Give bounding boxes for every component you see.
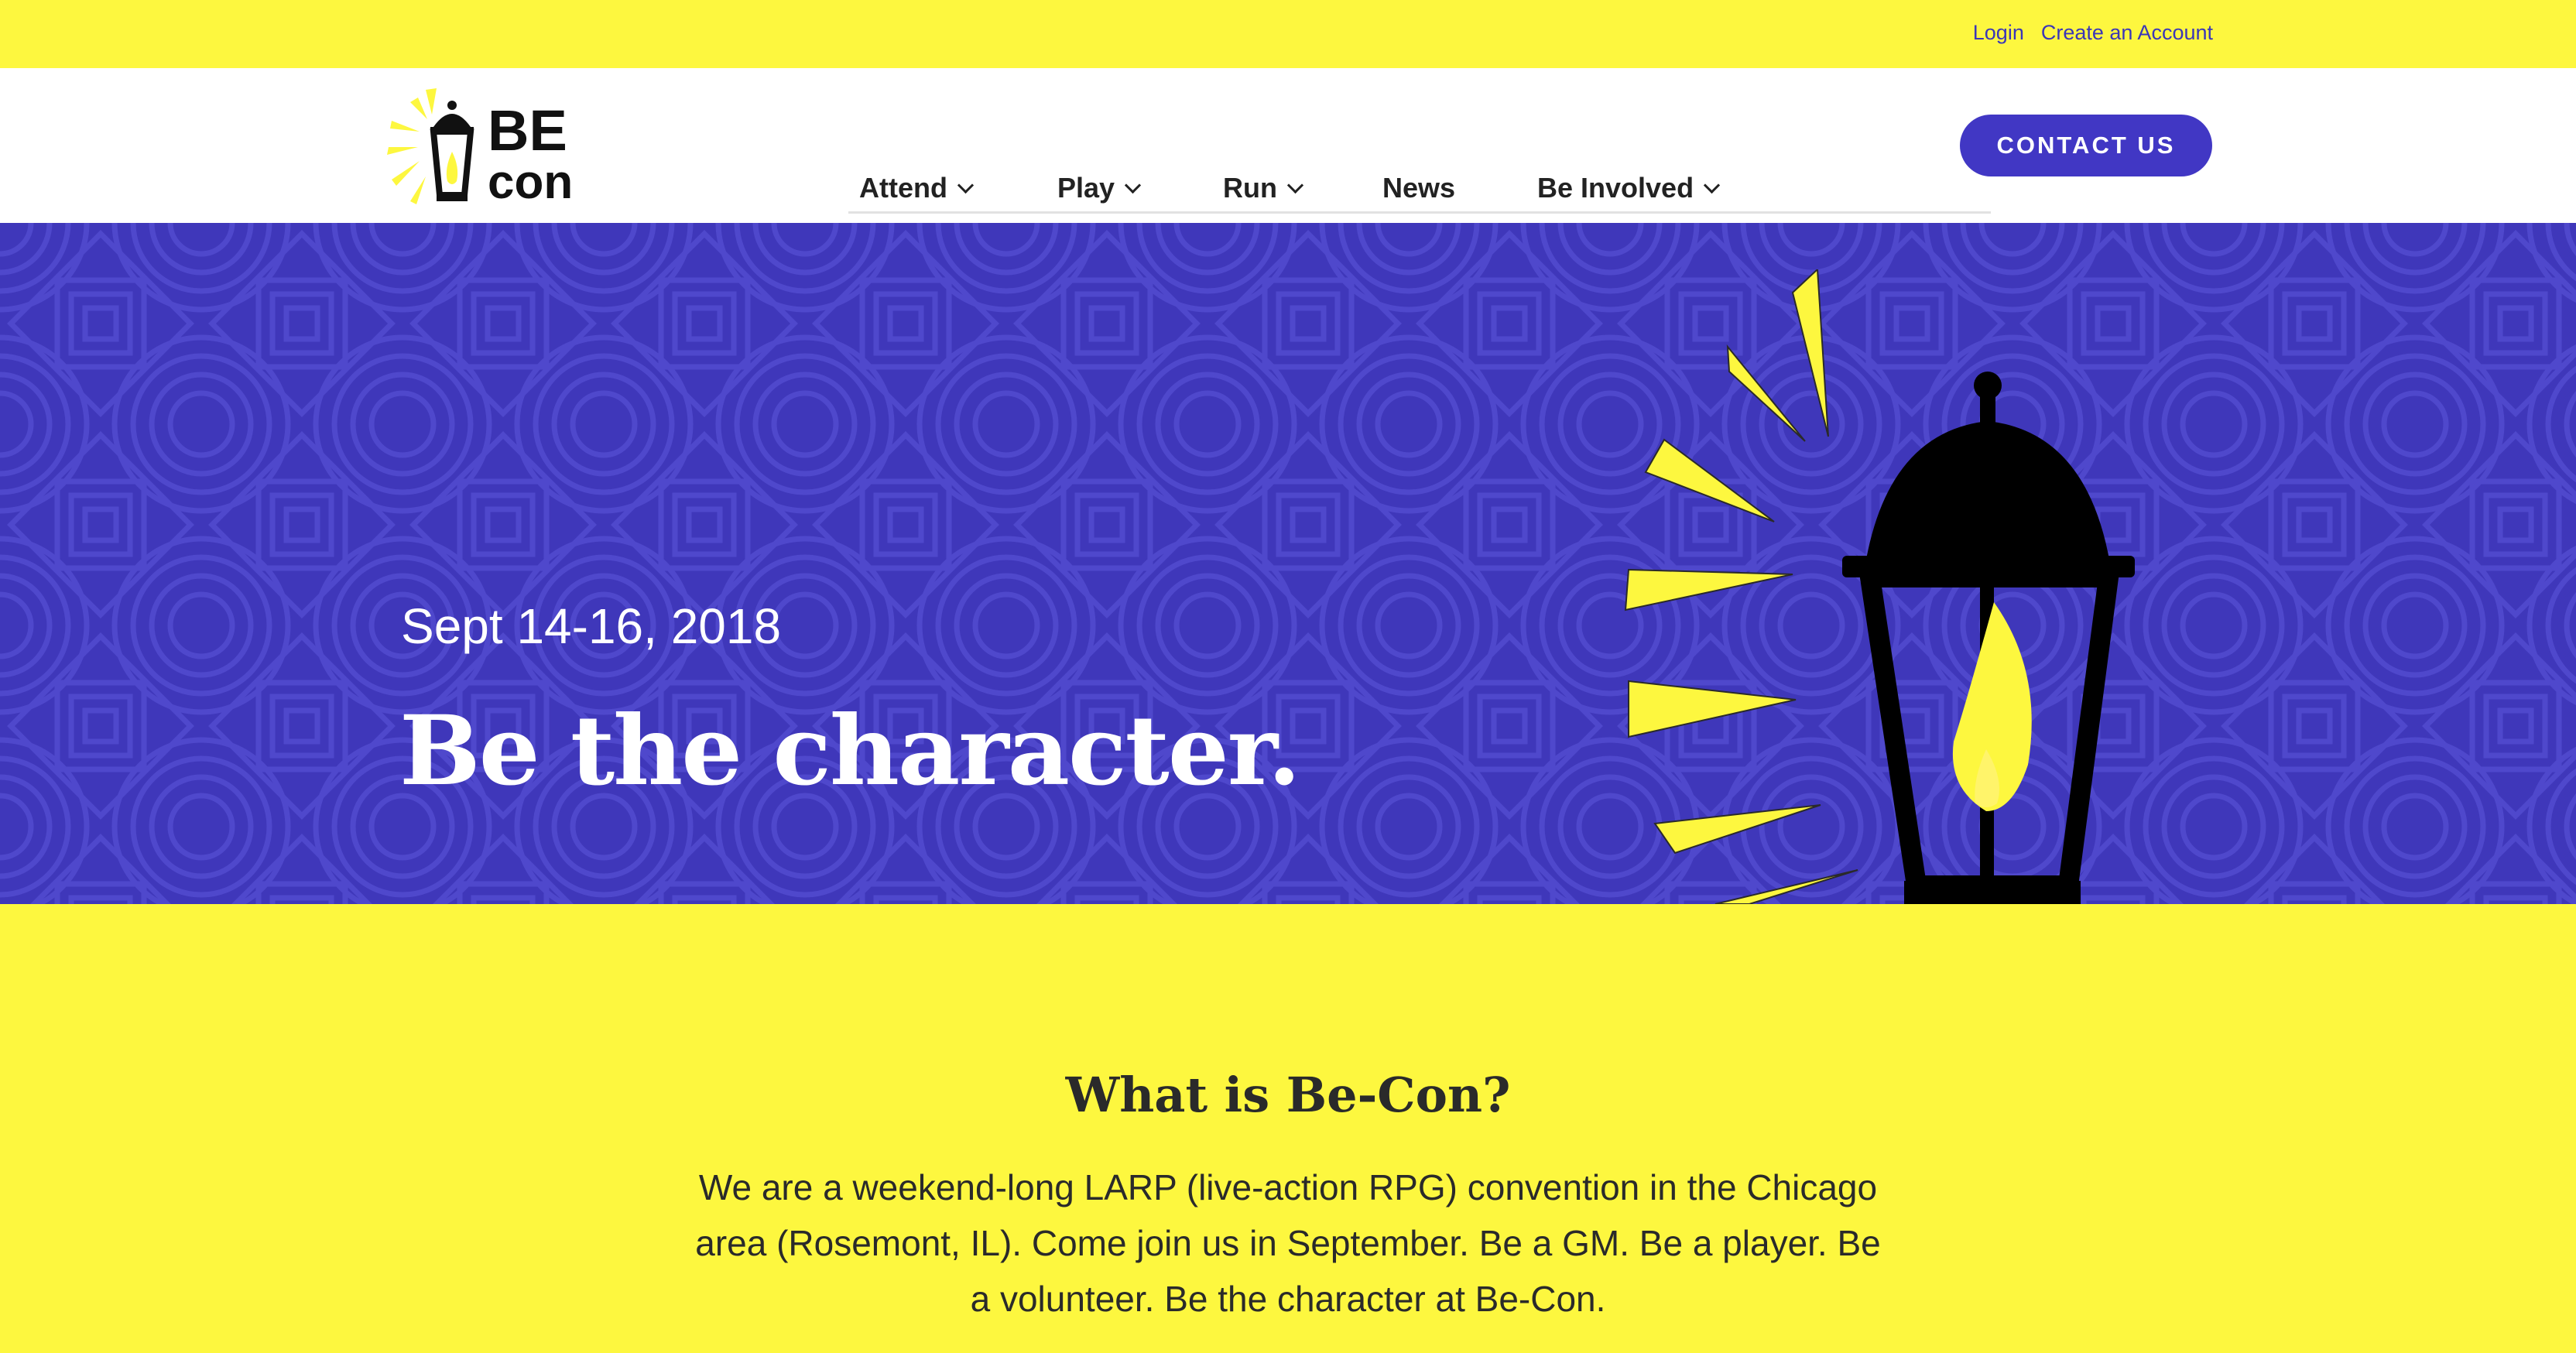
nav-item-label: News xyxy=(1382,172,1456,204)
chevron-down-icon xyxy=(1703,176,1721,194)
lantern-illustration-icon xyxy=(1624,269,2135,904)
logo-text-con: con xyxy=(488,156,573,209)
nav-item-play[interactable]: Play xyxy=(1057,172,1142,204)
nav-item-be-involved[interactable]: Be Involved xyxy=(1537,172,1721,204)
nav-item-label: Be Involved xyxy=(1537,172,1694,204)
nav-item-attend[interactable]: Attend xyxy=(859,172,975,204)
logo-text-be: BE xyxy=(488,98,567,163)
hero-banner: Sept 14-16, 2018 Be the character. xyxy=(0,223,2576,904)
nav-item-label: Attend xyxy=(859,172,947,204)
account-links: Login Create an Account xyxy=(1973,21,2213,45)
light-ray-icon xyxy=(387,88,437,204)
about-description: We are a weekend-long LARP (live-action … xyxy=(695,1167,1881,1319)
nav-item-label: Play xyxy=(1057,172,1115,204)
login-link[interactable]: Login xyxy=(1973,21,2024,45)
create-account-link[interactable]: Create an Account xyxy=(2041,21,2213,45)
nav-item-label: Run xyxy=(1223,172,1277,204)
hero-headline: Be the character. xyxy=(399,695,1301,807)
about-heading: What is Be-Con? xyxy=(1065,1067,1511,1123)
about-section: What is Be-Con? We are a weekend-long LA… xyxy=(0,904,2576,1353)
nav-divider xyxy=(848,211,1991,214)
lantern-body xyxy=(1842,372,2135,577)
chevron-down-icon xyxy=(1124,176,1142,194)
chevron-down-icon xyxy=(957,176,975,194)
main-nav: Attend Play Run News Be Involved xyxy=(848,111,1991,214)
event-dates: Sept 14-16, 2018 xyxy=(401,598,782,654)
site-logo[interactable]: BE con xyxy=(382,80,584,212)
chevron-down-icon xyxy=(1286,176,1304,194)
nav-item-news[interactable]: News xyxy=(1382,172,1455,204)
contact-us-button[interactable]: CONTACT US xyxy=(1960,115,2212,176)
top-utility-bar: Login Create an Account xyxy=(0,0,2576,68)
site-header: BE con Attend Play Run News Be Involved … xyxy=(0,68,2576,223)
nav-item-run[interactable]: Run xyxy=(1223,172,1304,204)
lantern-logo-icon xyxy=(430,101,474,201)
